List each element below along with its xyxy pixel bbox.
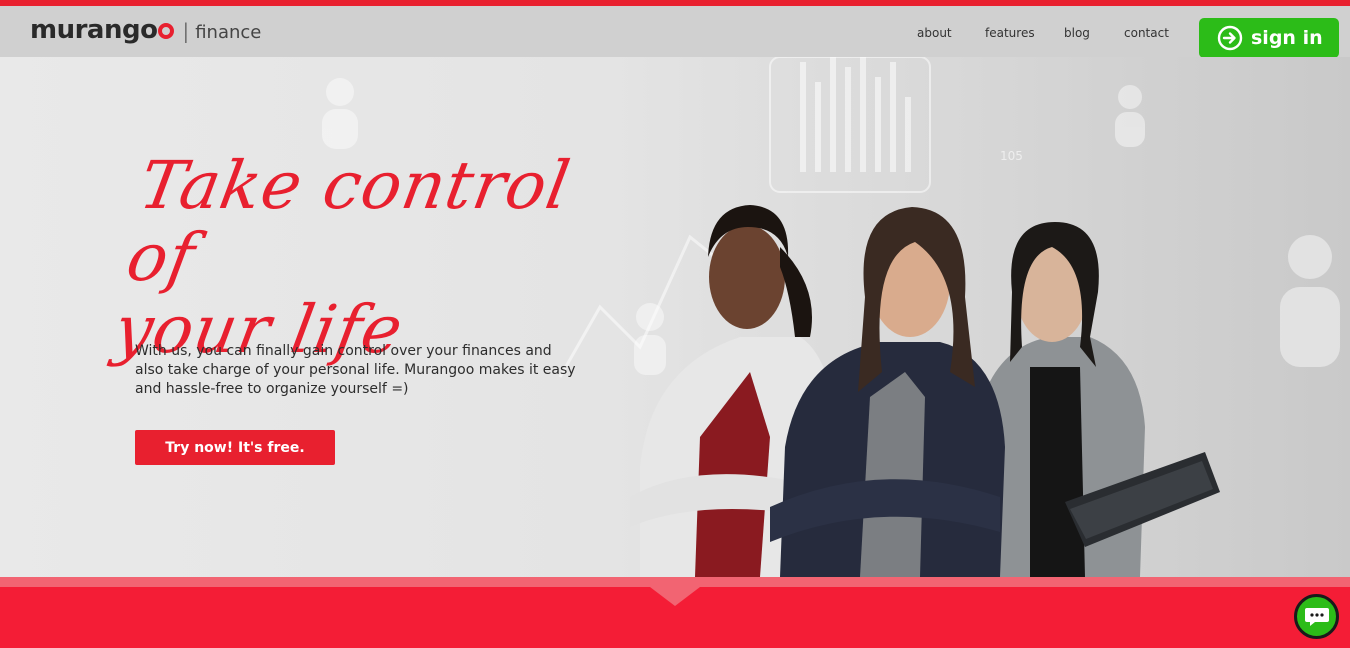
logo[interactable]: murango | finance [30,15,261,45]
person-center [770,207,1005,577]
try-now-button[interactable]: Try now! It's free. [135,430,335,465]
logo-product: finance [195,22,262,43]
scroll-down-notch[interactable] [650,587,700,606]
person-right [970,222,1220,577]
nav-about[interactable]: about [917,26,952,40]
footer-band-light [0,577,1350,587]
hero-people-photo [630,205,1220,577]
sign-in-label: sign in [1251,27,1323,49]
hero-section: 105 Take control of your life With us, y… [0,57,1350,577]
chat-bubble-icon [1304,607,1329,626]
logo-o-mark [158,23,175,39]
sign-in-button[interactable]: sign in [1199,18,1339,58]
logo-separator: | [182,19,190,43]
nav-blog[interactable]: blog [1064,26,1090,40]
hero-headline: Take control of your life [109,147,617,368]
arrow-circle-icon [1217,25,1243,51]
background-chart-label: 105 [1000,149,1023,163]
hero-headline-line1: Take control of [121,147,576,296]
nav-contact[interactable]: contact [1124,26,1169,40]
nav-features[interactable]: features [985,26,1035,40]
chat-button[interactable] [1294,594,1339,639]
hero-description: With us, you can finally gain control ov… [135,343,576,397]
logo-wordmark: murango [30,15,158,45]
navbar: murango | finance about features blog co… [0,6,1350,58]
page: murango | finance about features blog co… [0,0,1350,648]
